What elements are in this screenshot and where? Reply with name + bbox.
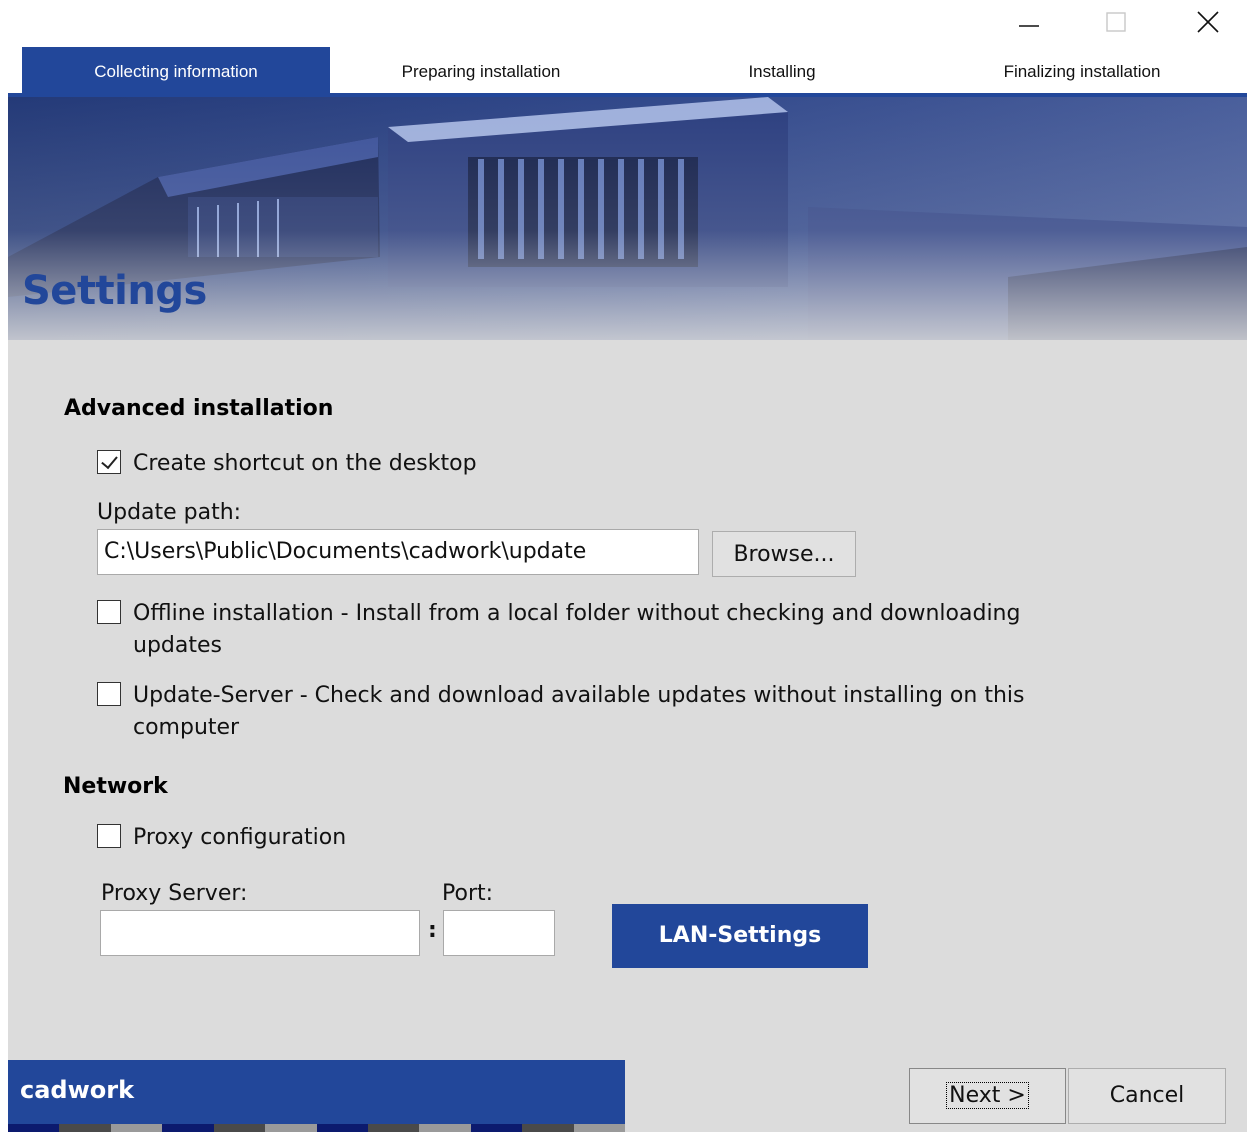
update-server-label-line1: Update-Server - Check and download avail…	[133, 683, 1025, 708]
proxy-configuration-option[interactable]: Proxy configuration	[97, 822, 346, 854]
page-title: Settings	[22, 268, 207, 314]
brand-logo-text: cadwork	[20, 1076, 135, 1104]
settings-panel: Advanced installation Create shortcut on…	[8, 340, 1247, 1060]
step-finalizing-installation: Finalizing installation	[1003, 62, 1161, 81]
offline-installation-label-line2: updates	[133, 633, 222, 658]
brand-bar: cadwork	[8, 1060, 625, 1124]
minimize-icon	[1019, 25, 1039, 27]
advanced-installation-heading: Advanced installation	[64, 396, 334, 421]
update-path-input[interactable]: C:\Users\Public\Documents\cadwork\update	[97, 529, 699, 575]
lan-settings-button[interactable]: LAN-Settings	[612, 904, 868, 968]
title-bar	[0, 0, 1247, 47]
step-preparing-installation: Preparing installation	[401, 62, 561, 81]
next-button[interactable]: Next >	[909, 1068, 1066, 1124]
update-server-checkbox[interactable]	[97, 682, 121, 706]
close-icon	[1197, 11, 1219, 33]
maximize-icon	[1106, 12, 1126, 32]
proxy-server-label: Proxy Server:	[101, 881, 248, 906]
port-input[interactable]	[443, 910, 555, 956]
update-path-label: Update path:	[97, 500, 242, 525]
create-shortcut-option[interactable]: Create shortcut on the desktop	[97, 448, 477, 480]
create-shortcut-checkbox[interactable]	[97, 450, 121, 474]
step-installing: Installing	[748, 62, 816, 81]
update-server-label-line2: computer	[133, 715, 240, 740]
offline-installation-label-line1: Offline installation - Install from a lo…	[133, 601, 1021, 626]
installation-steps: Collecting information Preparing install…	[0, 47, 1247, 94]
step-collecting-information: Collecting information	[22, 47, 330, 94]
proxy-configuration-checkbox[interactable]	[97, 824, 121, 848]
maximize-button[interactable]	[1093, 6, 1139, 40]
proxy-server-input[interactable]	[100, 910, 420, 956]
port-label: Port:	[442, 881, 494, 906]
next-button-label: Next >	[946, 1082, 1029, 1109]
update-server-option[interactable]: Update-Server - Check and download avail…	[97, 680, 1024, 744]
close-button[interactable]	[1183, 6, 1229, 40]
proxy-port-separator: :	[428, 918, 437, 943]
minimize-button[interactable]	[1006, 6, 1052, 40]
update-server-label[interactable]: Update-Server - Check and download avail…	[133, 680, 1024, 744]
proxy-configuration-label[interactable]: Proxy configuration	[133, 822, 346, 854]
browse-button[interactable]: Browse...	[712, 531, 856, 577]
network-heading: Network	[63, 774, 168, 799]
create-shortcut-label[interactable]: Create shortcut on the desktop	[133, 448, 477, 480]
cancel-button[interactable]: Cancel	[1068, 1068, 1226, 1124]
brand-stripe	[8, 1124, 626, 1132]
offline-installation-label[interactable]: Offline installation - Install from a lo…	[133, 598, 1020, 662]
offline-installation-checkbox[interactable]	[97, 600, 121, 624]
offline-installation-option[interactable]: Offline installation - Install from a lo…	[97, 598, 1020, 662]
